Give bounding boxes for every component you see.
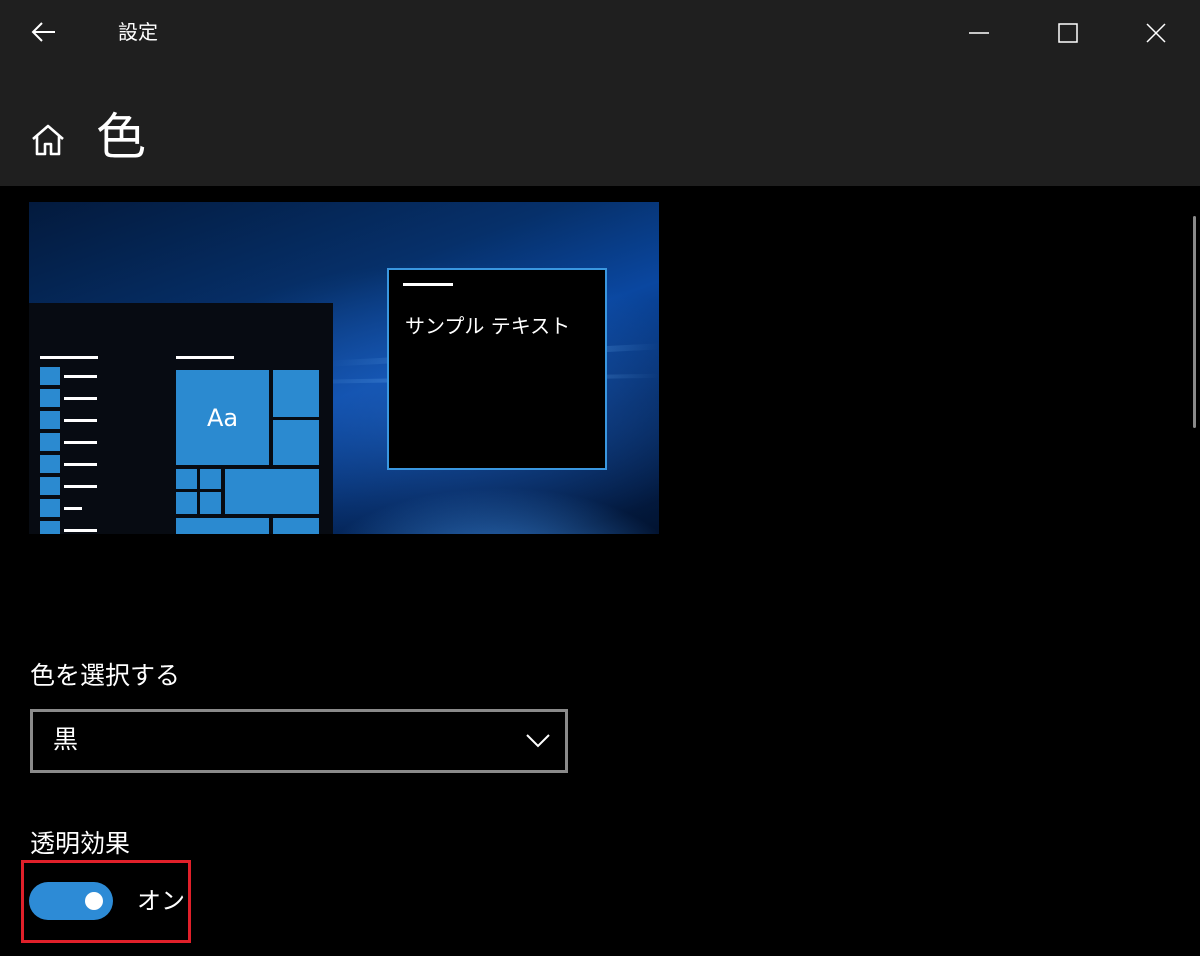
app-list-icon — [40, 433, 60, 451]
app-list-line — [64, 419, 97, 422]
maximize-button[interactable] — [1045, 10, 1091, 56]
tile-mini — [176, 492, 197, 514]
minimize-button[interactable] — [956, 10, 1002, 56]
transparency-toggle[interactable] — [29, 882, 113, 920]
color-mode-selected-value: 黒 — [53, 725, 79, 754]
tiles-header-line — [176, 356, 234, 359]
app-list-line — [64, 507, 82, 510]
app-list-line — [64, 529, 97, 532]
scrollbar-thumb[interactable] — [1193, 216, 1196, 428]
tile-wide — [225, 469, 319, 514]
chevron-down-icon — [526, 734, 550, 748]
title-bar: 設定 色 — [0, 0, 1200, 186]
app-list-icon — [40, 477, 60, 495]
sample-text: サンプル テキスト — [405, 314, 571, 338]
page-title: 色 — [96, 108, 146, 166]
color-mode-label: 色を選択する — [30, 661, 181, 690]
transparency-state-label: オン — [137, 887, 185, 915]
toggle-knob — [85, 892, 103, 910]
tile-mini — [200, 469, 221, 489]
home-icon — [32, 124, 64, 156]
tile-small — [273, 420, 319, 465]
home-button[interactable] — [28, 120, 68, 160]
app-list-icon — [40, 389, 60, 407]
close-button[interactable] — [1133, 10, 1179, 56]
tile-wide — [176, 518, 269, 534]
sample-window-preview: サンプル テキスト — [387, 268, 607, 470]
sample-window-title-line — [403, 283, 453, 286]
app-list-icon — [40, 367, 60, 385]
color-mode-dropdown[interactable]: 黒 — [30, 709, 568, 773]
app-list-line — [64, 441, 97, 444]
maximize-icon — [1058, 23, 1078, 43]
start-list-header-line — [40, 356, 98, 359]
app-list-line — [64, 375, 97, 378]
close-icon — [1146, 23, 1166, 43]
transparency-label: 透明効果 — [30, 829, 131, 858]
settings-window: 設定 色 Aa サンプル テキスト 色を選択する 黒 透明効果 オン — [0, 0, 1200, 956]
app-list-line — [64, 485, 97, 488]
back-arrow-icon — [31, 22, 55, 42]
app-list-line — [64, 397, 97, 400]
tile-mini — [200, 492, 221, 514]
minimize-icon — [969, 32, 989, 34]
app-title: 設定 — [118, 20, 158, 44]
tile-mini — [176, 469, 197, 489]
tile-small — [273, 370, 319, 417]
app-list-icon — [40, 521, 60, 534]
app-list-icon — [40, 455, 60, 473]
tile-wide — [273, 518, 319, 534]
back-button[interactable] — [26, 16, 62, 48]
app-list-icon — [40, 411, 60, 429]
theme-preview: Aa サンプル テキスト — [29, 202, 659, 534]
tile-large: Aa — [176, 370, 269, 465]
start-menu-preview: Aa — [29, 303, 333, 534]
app-list-icon — [40, 499, 60, 517]
app-list-line — [64, 463, 97, 466]
